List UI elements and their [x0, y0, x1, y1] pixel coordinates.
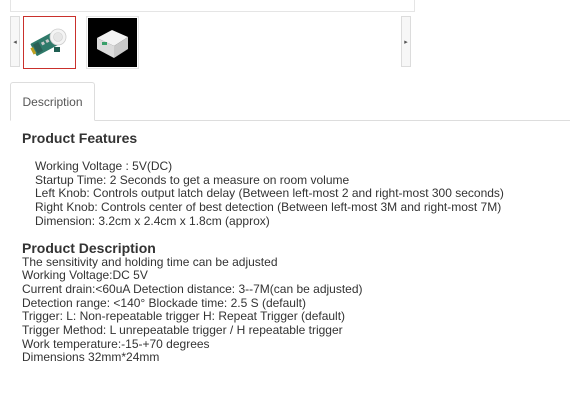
feature-item: Dimension: 3.2cm x 2.4cm x 1.8cm (approx… — [35, 213, 270, 228]
carousel-prev-button[interactable]: ◂ — [10, 16, 20, 67]
description-body: The sensitivity and holding time can be … — [22, 254, 567, 366]
pir-sensor-module-image — [24, 17, 75, 68]
features-list: Working Voltage : 5V(DC) Startup Time: 2… — [22, 159, 567, 229]
white-box-image — [88, 18, 137, 67]
thumbnail-1[interactable] — [23, 16, 76, 69]
description-line: Current drain:<60uA Detection distance: … — [22, 281, 363, 296]
description-line: Trigger: L: Non-repeatable trigger H: Re… — [22, 309, 346, 324]
feature-item: Startup Time: 2 Seconds to get a measure… — [35, 172, 350, 187]
description-line: The sensitivity and holding time can be … — [22, 254, 278, 269]
chevron-left-icon: ◂ — [13, 38, 17, 46]
description-line: Work temperature:-15-+70 degrees — [22, 336, 210, 351]
thumbnail-2[interactable] — [86, 16, 139, 69]
description-line: Trigger Method: L unrepeatable trigger /… — [22, 323, 343, 338]
gallery-frame — [10, 0, 415, 12]
description-line: Working Voltage:DC 5V — [22, 268, 148, 283]
description-content: Product Features Working Voltage : 5V(DC… — [22, 130, 567, 365]
feature-item: Left Knob: Controls output latch delay (… — [35, 186, 504, 201]
chevron-right-icon: ▸ — [404, 38, 408, 46]
description-line: Dimensions 32mm*24mm — [22, 350, 160, 365]
tab-label: Description — [22, 94, 83, 109]
carousel-next-button[interactable]: ▸ — [401, 16, 411, 67]
description-line: Detection range: <140° Blockade time: 2.… — [22, 295, 306, 310]
description-heading: Product Description — [22, 239, 156, 256]
feature-item: Working Voltage : 5V(DC) — [35, 159, 173, 173]
tab-description[interactable]: Description — [10, 82, 95, 121]
features-heading: Product Features — [22, 130, 138, 146]
feature-item: Right Knob: Controls center of best dete… — [35, 200, 502, 215]
